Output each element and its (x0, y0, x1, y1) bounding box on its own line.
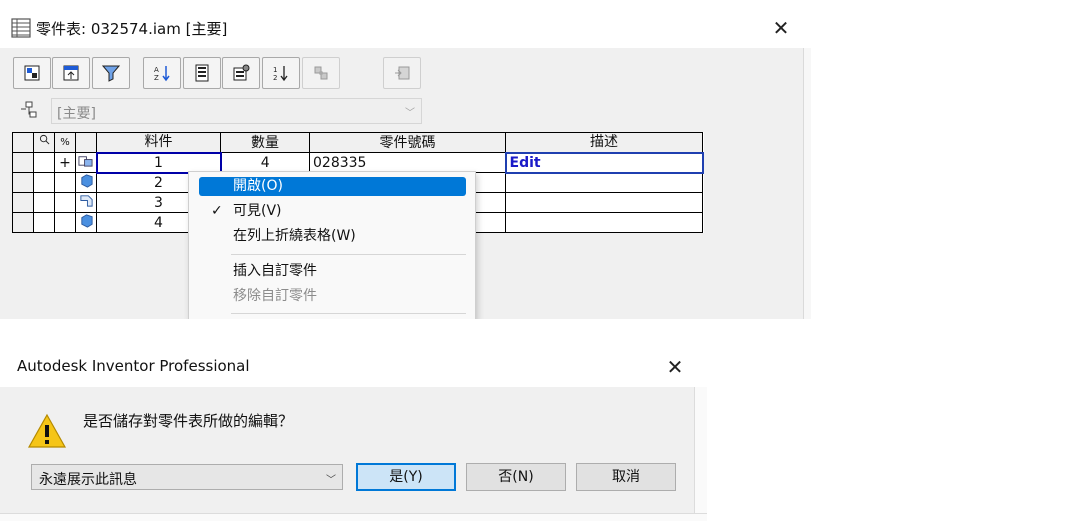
close-icon[interactable]: ✕ (660, 353, 690, 381)
cell (33, 192, 55, 213)
menu-item-label: 開啟(O) (233, 178, 283, 194)
column-header-qty[interactable]: 數量 (220, 132, 310, 153)
part-icon (75, 172, 97, 193)
table-icon (11, 18, 31, 38)
menu-item-label: 可見(V) (233, 203, 282, 219)
chevron-down-icon: ﹀ (405, 108, 415, 119)
no-button[interactable]: 否(N) (466, 463, 566, 491)
svg-text:A: A (154, 66, 159, 74)
filter-button[interactable] (92, 57, 130, 89)
item-cell[interactable]: 1 (95, 151, 222, 174)
find-icon[interactable] (33, 132, 55, 153)
icon-column-header (75, 132, 97, 153)
sheet-part-icon (75, 192, 97, 213)
row-selector-header (12, 132, 34, 153)
expand-icon (63, 65, 79, 81)
part-number-cell[interactable]: 028335 (309, 152, 506, 173)
dialog-frame (694, 387, 707, 521)
menu-item-remove-custom-part[interactable]: 移除自訂零件 (199, 287, 466, 306)
description-cell-editing[interactable]: Edit (504, 151, 704, 174)
view-options-button[interactable] (13, 57, 51, 89)
context-menu: 開啟(O) ✓ 可見(V) 在列上折繞表格(W) 插入自訂零件 移除自訂零件 (188, 171, 476, 319)
expand-toggle[interactable]: + (54, 152, 76, 173)
menu-item-visible[interactable]: ✓ 可見(V) (199, 202, 466, 221)
show-message-dropdown[interactable]: 永遠展示此訊息 ﹀ (31, 464, 343, 490)
row-selector[interactable] (12, 192, 34, 213)
qty-cell[interactable]: 4 (220, 152, 310, 173)
bom-titlebar: 零件表: 032574.iam [主要] ✕ (0, 0, 811, 48)
menu-item-wrap-table[interactable]: 在列上折繞表格(W) (199, 227, 466, 246)
properties-button[interactable] (222, 57, 260, 89)
svg-text:2: 2 (273, 74, 277, 82)
table-row[interactable]: + 1 4 028335 Edit (12, 151, 704, 174)
row-selector[interactable] (12, 152, 34, 173)
renumber-icon: 12 (273, 66, 288, 82)
dropdown-value: 永遠展示此訊息 (39, 472, 137, 488)
chevron-down-icon: ﹀ (326, 475, 336, 486)
dialog-titlebar: Autodesk Inventor Professional ✕ (0, 343, 707, 387)
description-cell[interactable] (505, 192, 703, 213)
yes-button[interactable]: 是(Y) (356, 463, 456, 491)
cell (33, 212, 55, 233)
cell (33, 152, 55, 173)
column-header-item[interactable]: 料件 (96, 132, 221, 153)
menu-item-insert-custom-part[interactable]: 插入自訂零件 (199, 262, 466, 281)
export-icon (395, 66, 410, 80)
expand-toggle (54, 172, 76, 193)
cancel-button[interactable]: 取消 (576, 463, 676, 491)
save-confirm-dialog: Autodesk Inventor Professional ✕ 是否儲存對零件… (0, 343, 707, 521)
menu-item-open[interactable]: 開啟(O) (199, 177, 466, 196)
window-title: 零件表: 032574.iam [主要] (36, 20, 228, 38)
menu-item-label: 插入自訂零件 (233, 263, 317, 279)
expand-toggle (54, 192, 76, 213)
merge-button[interactable] (302, 57, 340, 89)
export-button[interactable] (383, 57, 421, 89)
item-numbering-icon (195, 64, 209, 82)
description-cell[interactable] (505, 212, 703, 233)
part-icon (75, 212, 97, 233)
sort-icon: AZ (154, 66, 170, 82)
view-options-icon (24, 65, 40, 81)
column-header-part-number[interactable]: 零件號碼 (309, 132, 506, 153)
warning-icon (27, 413, 67, 448)
bom-window: 零件表: 032574.iam [主要] ✕ AZ 12 [主要] ﹀ % 料件… (0, 0, 811, 319)
description-cell[interactable] (505, 172, 703, 193)
item-numbering-button[interactable] (183, 57, 221, 89)
close-icon[interactable]: ✕ (766, 14, 796, 42)
percent-icon[interactable]: % (54, 132, 76, 153)
assembly-icon (75, 152, 97, 173)
row-selector[interactable] (12, 212, 34, 233)
menu-separator (231, 313, 466, 314)
grid-header-row: % 料件 數量 零件號碼 描述 (12, 132, 703, 153)
menu-separator (231, 254, 466, 255)
view-dropdown-value: [主要] (57, 106, 96, 122)
dialog-message: 是否儲存對零件表所做的編輯？ (83, 412, 294, 430)
dialog-frame (0, 513, 707, 521)
check-icon: ✓ (211, 203, 223, 219)
svg-text:1: 1 (273, 66, 277, 74)
properties-icon (233, 64, 250, 81)
filter-icon (102, 65, 120, 82)
menu-item-label: 在列上折繞表格(W) (233, 228, 356, 244)
structure-icon (21, 101, 37, 118)
window-frame (803, 48, 811, 319)
expand-toggle (54, 212, 76, 233)
menu-item-label: 移除自訂零件 (233, 288, 317, 304)
sort-button[interactable]: AZ (143, 57, 181, 89)
cell (33, 172, 55, 193)
merge-icon (314, 66, 328, 80)
view-dropdown[interactable]: [主要] ﹀ (51, 98, 422, 124)
svg-text:Z: Z (154, 74, 159, 82)
renumber-button[interactable]: 12 (262, 57, 300, 89)
column-header-description[interactable]: 描述 (505, 132, 703, 153)
dialog-title: Autodesk Inventor Professional (17, 357, 250, 375)
row-selector[interactable] (12, 172, 34, 193)
expand-button[interactable] (52, 57, 90, 89)
